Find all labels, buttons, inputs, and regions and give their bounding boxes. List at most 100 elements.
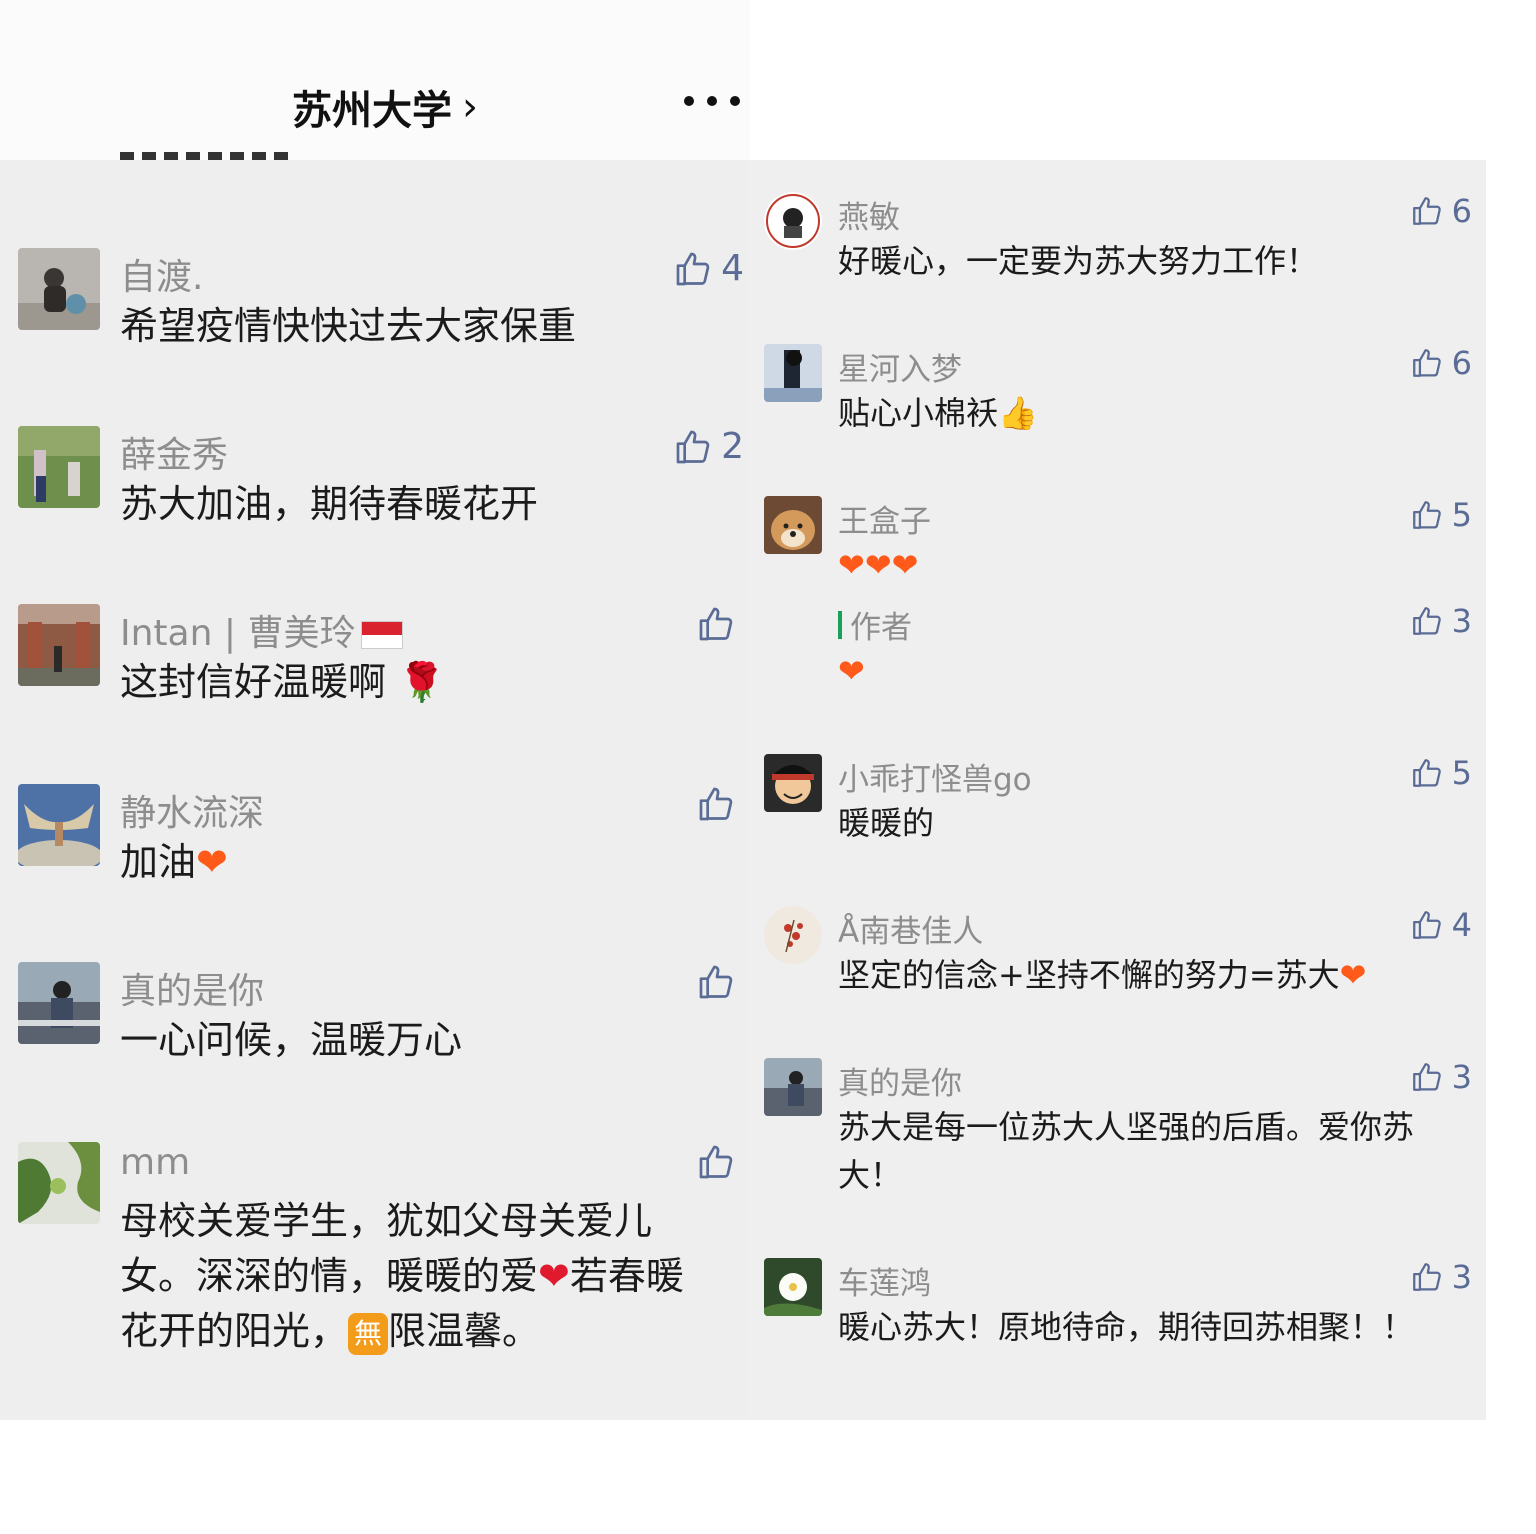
author-tag: 作者 — [838, 602, 912, 647]
commenter-name-text: Intan | 曹美玲 — [120, 613, 356, 654]
like-button[interactable] — [696, 962, 744, 1002]
commenter-name: 王盒子 — [838, 504, 931, 540]
thumbs-up-icon — [699, 607, 733, 641]
left-comment-list: 自渡. 希望疫情快快过去大家保重 4 薛金秀 苏大加油，期待春暖花开 2 Int… — [0, 160, 748, 1420]
heart-emoji: ❤ — [196, 840, 228, 884]
avatar[interactable] — [764, 1058, 822, 1116]
comment-text: ❤ — [838, 652, 865, 690]
comment-item: 薛金秀 苏大加油，期待春暖花开 2 — [18, 426, 744, 536]
comment-item: 自渡. 希望疫情快快过去大家保重 4 — [18, 248, 744, 358]
comment-text-body: 坚定的信念+坚持不懈的努力=苏大 — [838, 956, 1340, 994]
thumbs-up-icon — [1412, 911, 1441, 939]
comment-text: ❤❤❤ — [838, 546, 919, 584]
like-count: 4 — [1451, 906, 1472, 944]
comment-text-body: 加油 — [120, 840, 197, 884]
avatar[interactable] — [764, 192, 822, 250]
comment-text: 这封信好温暖啊 🌹 — [120, 654, 720, 711]
commenter-name: 真的是你 — [838, 1066, 962, 1102]
commenter-name: 自渡. — [120, 257, 204, 298]
like-button[interactable] — [696, 604, 744, 644]
bottom-whitespace — [0, 1420, 1536, 1534]
comment-text: 一心问候，温暖万心 — [120, 1018, 463, 1062]
commenter-name: 燕敏 — [838, 200, 900, 236]
account-title-link[interactable]: 苏州大学 › — [292, 78, 478, 136]
thumbs-up-icon — [699, 965, 733, 999]
thumbs-up-icon — [1412, 607, 1441, 635]
avatar[interactable] — [18, 1142, 100, 1224]
like-count: 5 — [1451, 754, 1472, 792]
like-count: 6 — [1451, 344, 1472, 382]
thumbs-up-icon — [1412, 759, 1441, 787]
avatar[interactable] — [18, 962, 100, 1044]
thumbs-up-icon — [699, 787, 733, 821]
author-label: 作者 — [850, 610, 912, 646]
comment-item: 小乖打怪兽go 暖暖的 5 — [764, 754, 1472, 854]
author-reply: 作者 ❤ 3 — [764, 602, 1472, 690]
like-count: 2 — [721, 426, 744, 467]
comment-item: Intan | 曹美玲 这封信好温暖啊 🌹 — [18, 604, 744, 714]
like-button[interactable]: 5 — [1410, 754, 1472, 792]
comment-text-part: 限温馨。 — [388, 1309, 541, 1354]
thumbs-up-emoji: 👍 — [998, 394, 1038, 432]
heart-emoji: ❤ — [1339, 956, 1367, 994]
like-count: 4 — [721, 248, 744, 289]
avatar[interactable] — [18, 426, 100, 508]
thumbs-up-icon — [676, 430, 710, 463]
like-button[interactable] — [696, 784, 744, 824]
like-button[interactable]: 4 — [673, 248, 744, 289]
like-count: 3 — [1451, 1258, 1472, 1296]
commenter-name: 小乖打怪兽go — [838, 762, 1032, 798]
comment-item: 静水流深 加油❤ — [18, 784, 744, 894]
like-button[interactable]: 5 — [1410, 496, 1472, 534]
avatar[interactable] — [764, 344, 822, 402]
like-button[interactable]: 6 — [1410, 344, 1472, 382]
chevron-right-icon: › — [462, 84, 478, 130]
like-button[interactable]: 2 — [673, 426, 744, 467]
thumbs-up-icon — [1412, 197, 1441, 225]
comment-text: 加油❤ — [120, 834, 720, 891]
comment-text: 贴心小棉袄👍 — [838, 389, 1458, 437]
avatar[interactable] — [764, 1258, 822, 1316]
like-button[interactable]: 3 — [1410, 1258, 1472, 1296]
wu-badge-emoji: 無 — [348, 1312, 389, 1355]
thumbs-up-icon — [1412, 501, 1441, 529]
right-comment-list: 燕敏 好暖心，一定要为苏大努力工作！ 6 星河入梦 贴心小棉袄👍 6 王盒子 ❤… — [748, 160, 1486, 1420]
avatar[interactable] — [764, 906, 822, 964]
like-button[interactable] — [696, 1142, 744, 1182]
commenter-name: Å南巷佳人 — [838, 914, 984, 950]
like-button[interactable]: 6 — [1410, 192, 1472, 230]
comment-item: 真的是你 苏大是每一位苏大人坚强的后盾。爱你苏大！ 3 — [764, 1058, 1472, 1198]
more-dots-icon[interactable] — [684, 86, 740, 116]
like-button[interactable]: 3 — [1410, 602, 1472, 640]
avatar[interactable] — [18, 248, 100, 330]
like-count: 3 — [1451, 602, 1472, 640]
avatar[interactable] — [764, 496, 822, 554]
account-title: 苏州大学 — [292, 88, 452, 134]
thumbs-up-icon — [676, 252, 710, 285]
indonesia-flag-icon — [361, 621, 404, 649]
clipped-text-fragment — [120, 142, 300, 160]
comment-item: 星河入梦 贴心小棉袄👍 6 — [764, 344, 1472, 444]
comment-text-body: 贴心小棉袄 — [838, 394, 999, 432]
author-bar-icon — [838, 610, 842, 639]
thumbs-up-icon — [1412, 1063, 1441, 1091]
commenter-name: mm — [120, 1142, 191, 1183]
commenter-name: Intan | 曹美玲 — [120, 604, 404, 656]
like-button[interactable]: 3 — [1410, 1058, 1472, 1096]
commenter-name: 静水流深 — [120, 793, 265, 834]
avatar[interactable] — [764, 754, 822, 812]
avatar[interactable] — [18, 784, 100, 866]
commenter-name: 薛金秀 — [120, 435, 229, 476]
comment-text: 希望疫情快快过去大家保重 — [120, 304, 577, 348]
comment-item: mm 母校关爱学生，犹如父母关爱儿女。深深的情，暖暖的爱❤若春暖花开的阳光，無限… — [18, 1142, 744, 1372]
comment-text: 暖心苏大！原地待命，期待回苏相聚！！ — [838, 1308, 1415, 1346]
comment-item: Å南巷佳人 坚定的信念+坚持不懈的努力=苏大❤ 4 — [764, 906, 1472, 1006]
avatar[interactable] — [18, 604, 100, 686]
comment-text-body: 这封信好温暖啊 — [120, 660, 387, 704]
comment-item: 真的是你 一心问候，温暖万心 — [18, 962, 744, 1072]
comment-text: 坚定的信念+坚持不懈的努力=苏大❤ — [838, 951, 1458, 999]
comment-item: 王盒子 ❤❤❤ 5 — [764, 496, 1472, 596]
comment-text: 苏大加油，期待春暖花开 — [120, 482, 539, 526]
like-button[interactable]: 4 — [1410, 906, 1472, 944]
article-header: 苏州大学 › — [0, 0, 750, 160]
